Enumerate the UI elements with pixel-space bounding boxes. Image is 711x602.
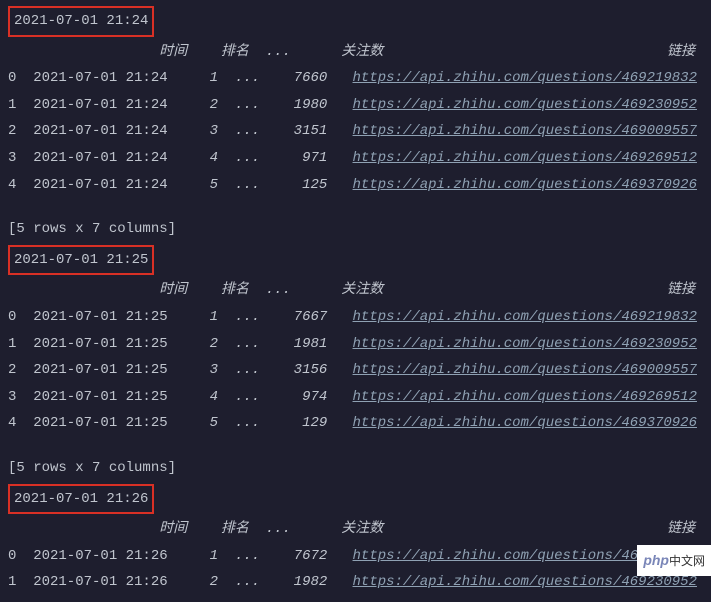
timestamp-highlight: 2021-07-01 21:26 <box>8 484 154 515</box>
table-header: 时间 排名 ... 关注数链接 <box>8 516 703 543</box>
table-row: 1 2021-07-01 21:25 2 ... 1981 https://ap… <box>8 331 703 358</box>
output-block: [5 rows x 7 columns]2021-07-01 21:25 时间 … <box>8 216 703 437</box>
rows-summary: [5 rows x 7 columns] <box>8 455 703 482</box>
table-row: 0 2021-07-01 21:26 1 ... 7672 https://ap… <box>8 543 703 570</box>
table-row: 1 2021-07-01 21:26 2 ... 1982 https://ap… <box>8 569 703 596</box>
table-header: 时间 排名 ... 关注数链接 <box>8 39 703 66</box>
question-link[interactable]: https://api.zhihu.com/questions/46900955… <box>353 123 697 139</box>
table-row: 3 2021-07-01 21:25 4 ... 974 https://api… <box>8 384 703 411</box>
question-link[interactable]: https://api.zhihu.com/questions/46926951… <box>353 150 697 166</box>
header-link: 链接 <box>667 39 695 66</box>
question-link[interactable]: https://api.zhihu.com/questions/46921983… <box>353 70 697 86</box>
question-link[interactable]: https://api.zhihu.com/questions/46923095… <box>353 336 697 352</box>
question-link[interactable]: https://api.zhihu.com/questions/46900955… <box>353 362 697 378</box>
output-block: [5 rows x 7 columns]2021-07-01 21:26 时间 … <box>8 455 703 596</box>
question-link[interactable]: https://api.zhihu.com/questions/46937092… <box>353 415 697 431</box>
table-row: 3 2021-07-01 21:24 4 ... 971 https://api… <box>8 145 703 172</box>
table-row: 0 2021-07-01 21:24 1 ... 7660 https://ap… <box>8 65 703 92</box>
question-link[interactable]: https://api.zhihu.com/questions/46923095… <box>353 97 697 113</box>
question-link[interactable]: https://api.zhihu.com/questions/46923095… <box>353 574 697 590</box>
table-row: 1 2021-07-01 21:24 2 ... 1980 https://ap… <box>8 92 703 119</box>
timestamp-highlight: 2021-07-01 21:24 <box>8 6 154 37</box>
watermark-php: php <box>643 552 669 568</box>
timestamp-highlight: 2021-07-01 21:25 <box>8 245 154 276</box>
table-header: 时间 排名 ... 关注数链接 <box>8 277 703 304</box>
rows-summary: [5 rows x 7 columns] <box>8 216 703 243</box>
header-link: 链接 <box>667 277 695 304</box>
table-row: 4 2021-07-01 21:25 5 ... 129 https://api… <box>8 410 703 437</box>
watermark: php中文网 <box>637 545 711 576</box>
table-row: 4 2021-07-01 21:24 5 ... 125 https://api… <box>8 172 703 199</box>
table-row: 0 2021-07-01 21:25 1 ... 7667 https://ap… <box>8 304 703 331</box>
question-link[interactable]: https://api.zhihu.com/questions/46921983… <box>353 309 697 325</box>
header-link: 链接 <box>667 516 695 543</box>
watermark-cn: 中文网 <box>669 554 705 568</box>
table-row: 2 2021-07-01 21:25 3 ... 3156 https://ap… <box>8 357 703 384</box>
table-row: 2 2021-07-01 21:24 3 ... 3151 https://ap… <box>8 118 703 145</box>
question-link[interactable]: https://api.zhihu.com/questions/46926951… <box>353 389 697 405</box>
question-link[interactable]: https://api.zhihu.com/questions/46937092… <box>353 177 697 193</box>
output-block: 2021-07-01 21:24 时间 排名 ... 关注数链接0 2021-0… <box>8 4 703 198</box>
